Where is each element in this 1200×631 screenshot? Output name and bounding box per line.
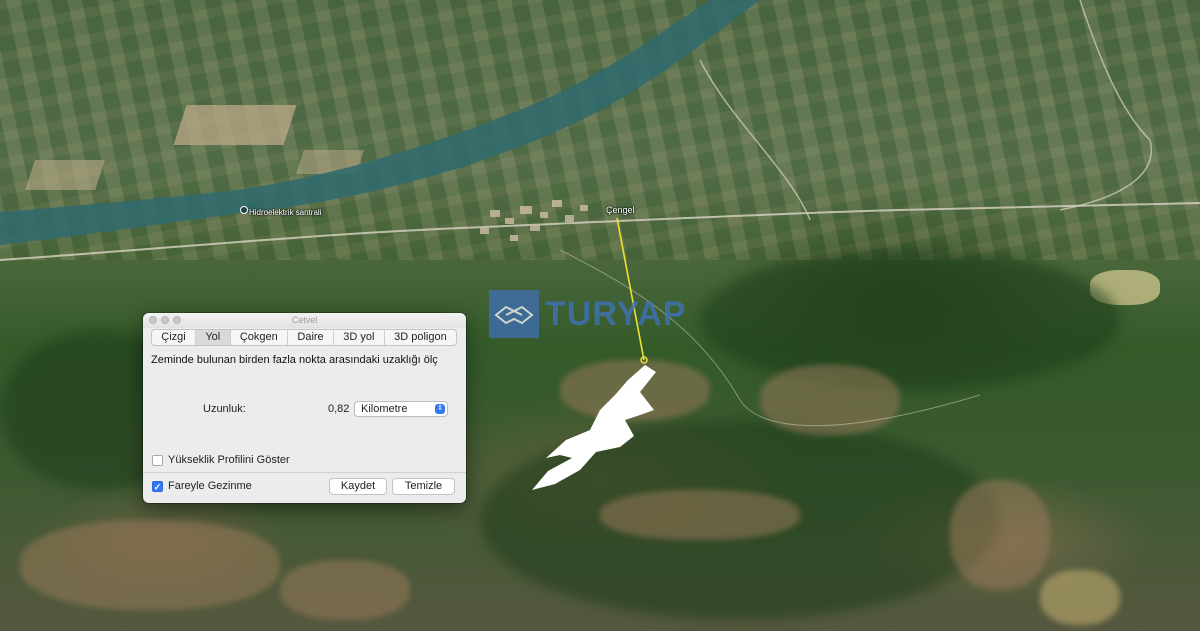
elevation-profile-row[interactable]: Yükseklik Profilini Göster bbox=[152, 454, 290, 466]
tab-polygon[interactable]: Çokgen bbox=[231, 330, 289, 345]
village-buildings bbox=[480, 200, 588, 241]
tab-path[interactable]: Yol bbox=[196, 330, 231, 345]
tab-circle[interactable]: Daire bbox=[288, 330, 334, 345]
clear-button[interactable]: Temizle bbox=[392, 478, 455, 495]
river bbox=[0, 0, 760, 245]
poi-label[interactable]: Hidroelektrik santrali bbox=[249, 208, 321, 217]
elevation-profile-checkbox[interactable] bbox=[152, 454, 163, 466]
divider bbox=[143, 472, 466, 473]
save-button[interactable]: Kaydet bbox=[329, 478, 387, 495]
watermark-text: TURYAP bbox=[545, 294, 687, 333]
road bbox=[1059, 0, 1153, 211]
updown-chevron-icon: ⇕ bbox=[435, 404, 445, 414]
poi-pin-icon[interactable] bbox=[240, 206, 248, 214]
tab-3d-path[interactable]: 3D yol bbox=[334, 330, 385, 345]
ruler-dialog: Cetvel Çizgi Yol Çokgen Daire 3D yol 3D … bbox=[143, 313, 466, 503]
handshake-logo-icon bbox=[489, 290, 539, 338]
length-value: 0,82 bbox=[328, 403, 350, 415]
unit-selected-value: Kilometre bbox=[361, 403, 408, 415]
measure-mode-tabs: Çizgi Yol Çokgen Daire 3D yol 3D poligon bbox=[151, 329, 457, 346]
road bbox=[699, 59, 811, 221]
tab-line[interactable]: Çizgi bbox=[152, 330, 197, 345]
length-label: Uzunluk: bbox=[203, 403, 246, 415]
dialog-title: Cetvel bbox=[291, 315, 318, 325]
tab-3d-polygon[interactable]: 3D poligon bbox=[385, 330, 456, 345]
measure-path-line bbox=[616, 217, 645, 361]
mouse-nav-row[interactable]: ✓ Fareyle Gezinme bbox=[152, 480, 252, 492]
watermark: TURYAP bbox=[489, 290, 686, 338]
mouse-nav-label[interactable]: Fareyle Gezinme bbox=[168, 480, 252, 492]
village-label[interactable]: Çengel bbox=[606, 205, 635, 215]
land-parcel bbox=[532, 365, 656, 490]
dialog-titlebar[interactable]: Cetvel bbox=[143, 313, 466, 328]
measure-description: Zeminde bulunan birden fazla nokta arası… bbox=[151, 354, 438, 366]
mouse-nav-checkbox[interactable]: ✓ bbox=[152, 480, 163, 492]
elevation-profile-label[interactable]: Yükseklik Profilini Göster bbox=[168, 454, 290, 466]
unit-select[interactable]: Kilometre ⇕ bbox=[354, 401, 448, 417]
